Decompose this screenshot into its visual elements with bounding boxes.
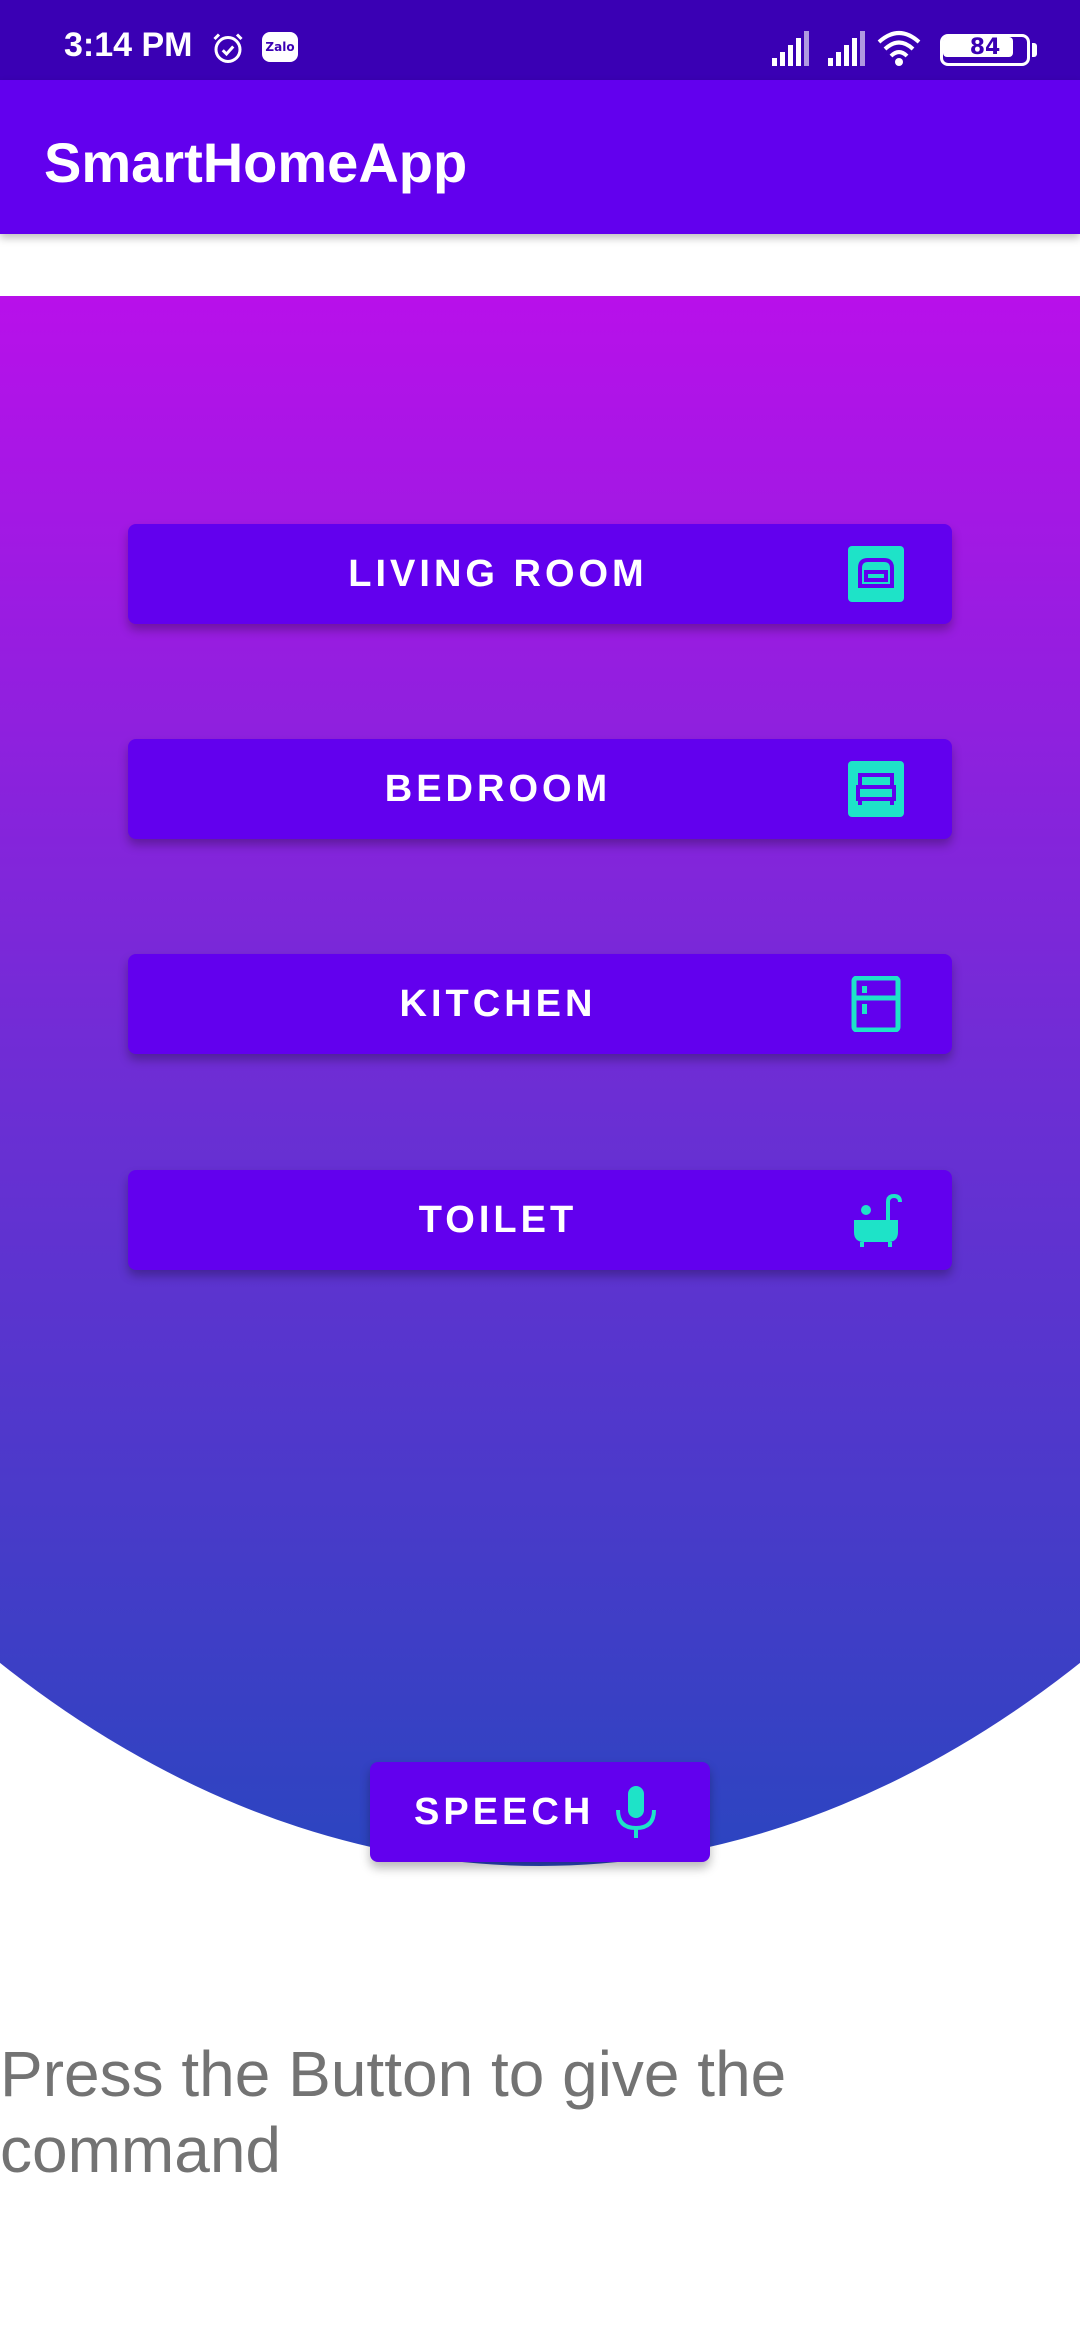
bedroom-button[interactable]: BEDROOM xyxy=(128,739,952,839)
bathtub-icon xyxy=(854,1193,902,1247)
living-room-label: LIVING ROOM xyxy=(348,553,648,595)
battery-level: 84 xyxy=(969,35,1001,60)
signal-icon xyxy=(772,31,809,66)
status-time: 3:14 PM xyxy=(64,26,193,64)
zalo-icon: Zalo xyxy=(262,32,298,62)
toilet-label: TOILET xyxy=(418,1199,578,1241)
toilet-button[interactable]: TOILET xyxy=(128,1170,952,1270)
wifi-icon xyxy=(877,31,921,66)
speech-button[interactable]: SPEECH xyxy=(370,1762,710,1862)
bedroom-label: BEDROOM xyxy=(384,768,612,810)
microphone-icon xyxy=(616,1786,656,1838)
living-room-button[interactable]: LIVING ROOM xyxy=(128,524,952,624)
prompt-text: Press the Button to give the command xyxy=(0,2038,787,2186)
battery-icon: 84 xyxy=(940,34,1040,66)
sofa-icon xyxy=(848,546,904,602)
bed-icon xyxy=(848,761,904,817)
kitchen-label: KITCHEN xyxy=(399,983,597,1025)
alarm-icon xyxy=(213,33,243,63)
status-bar: 3:14 PM Zalo 84 xyxy=(0,0,1080,80)
kitchen-button[interactable]: KITCHEN xyxy=(128,954,952,1054)
app-title: SmartHomeApp xyxy=(44,131,468,194)
signal-icon xyxy=(828,31,865,66)
speech-label: SPEECH xyxy=(414,1791,595,1833)
fridge-icon xyxy=(851,976,901,1032)
app-bar: SmartHomeApp xyxy=(0,80,1080,234)
status-indicators: 84 xyxy=(740,28,1040,68)
